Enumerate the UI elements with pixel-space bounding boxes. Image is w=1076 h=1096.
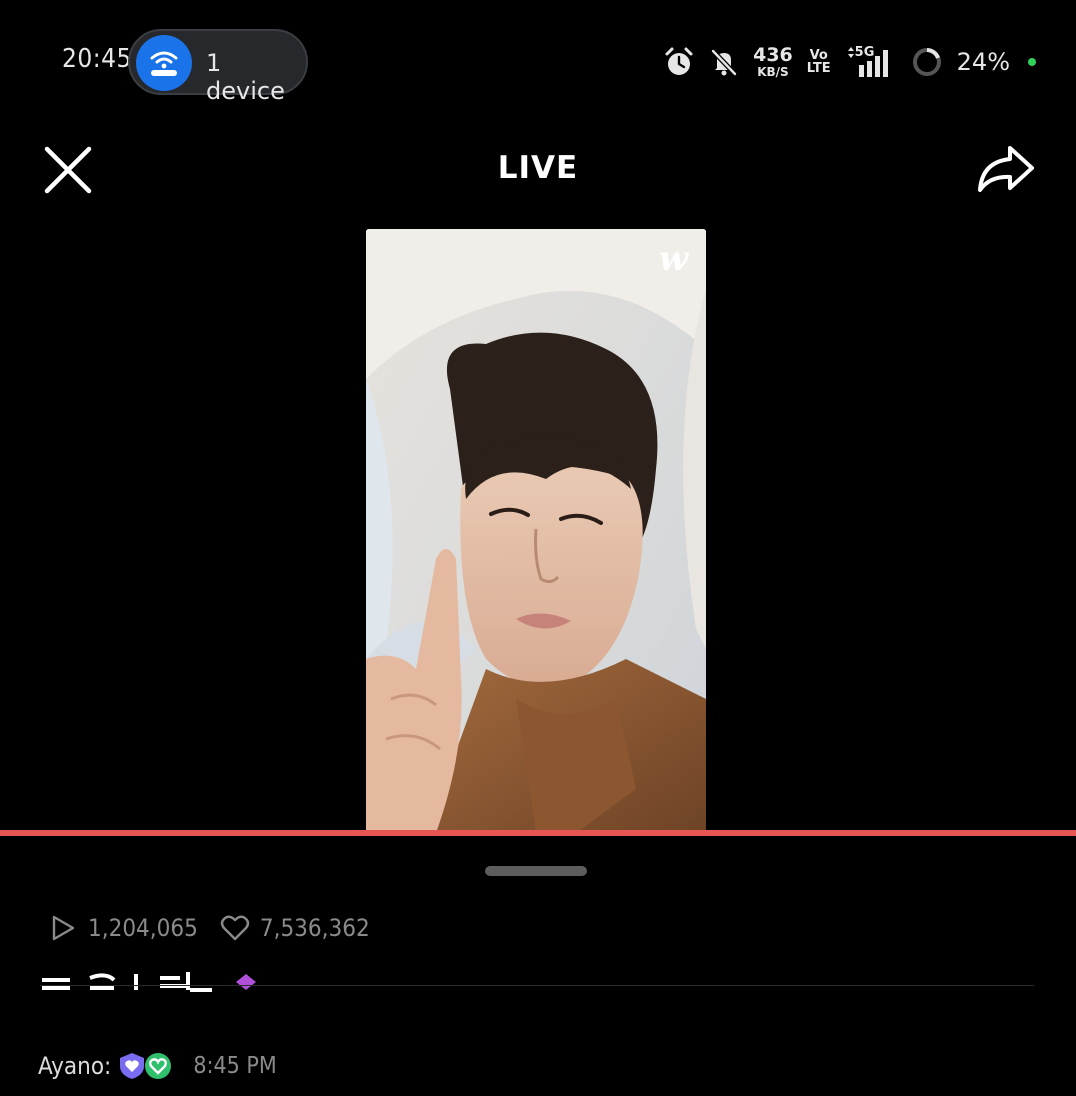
alarm-icon <box>663 46 695 78</box>
status-bar: 20:45 1 device 436 KB/S Vo LTE 5G 24% <box>0 0 1076 120</box>
sheet-drag-handle[interactable] <box>485 866 587 876</box>
play-count-icon <box>52 915 75 941</box>
volte-bottom: LTE <box>806 61 831 76</box>
scrolled-out-title <box>40 970 280 994</box>
net-speed: 436 KB/S <box>753 44 793 79</box>
chat-username: Ayano: <box>38 1052 112 1080</box>
page-title: LIVE <box>497 150 579 186</box>
bell-muted-icon <box>709 47 739 77</box>
member-heart-badge-icon <box>145 1053 172 1079</box>
like-count-icon[interactable] <box>220 913 250 943</box>
play-count: 1,204,065 <box>88 914 198 942</box>
share-icon <box>978 146 1034 192</box>
live-video[interactable]: w <box>366 229 706 833</box>
status-icons: 436 KB/S Vo LTE 5G 24% <box>663 42 1036 82</box>
battery-percent: 24% <box>956 48 1010 76</box>
divider <box>40 985 1034 986</box>
status-time: 20:45 <box>62 44 132 74</box>
privacy-dot <box>1028 58 1036 66</box>
hotspot-label: 1 device <box>206 49 285 105</box>
chat-time: 8:45 PM <box>193 1053 277 1079</box>
hotspot-icon <box>136 35 192 91</box>
video-still <box>366 229 706 833</box>
hotspot-indicator[interactable]: 1 device <box>128 29 308 105</box>
net-speed-value: 436 <box>753 44 793 66</box>
like-count: 7,536,362 <box>259 914 370 942</box>
battery-ring-icon <box>911 46 943 78</box>
signal-icon: 5G <box>845 45 897 79</box>
chat-message: Ayano: 8:45 PM <box>38 1046 277 1086</box>
live-progress-fill <box>0 830 1076 836</box>
share-button[interactable] <box>974 140 1038 200</box>
weverse-logo: w <box>658 239 688 279</box>
net-speed-unit: KB/S <box>757 65 789 79</box>
live-progress-bar[interactable] <box>0 830 1076 836</box>
volte-indicator: Vo LTE <box>807 49 831 75</box>
stats-row: 1,204,065 7,536,362 <box>48 908 382 948</box>
